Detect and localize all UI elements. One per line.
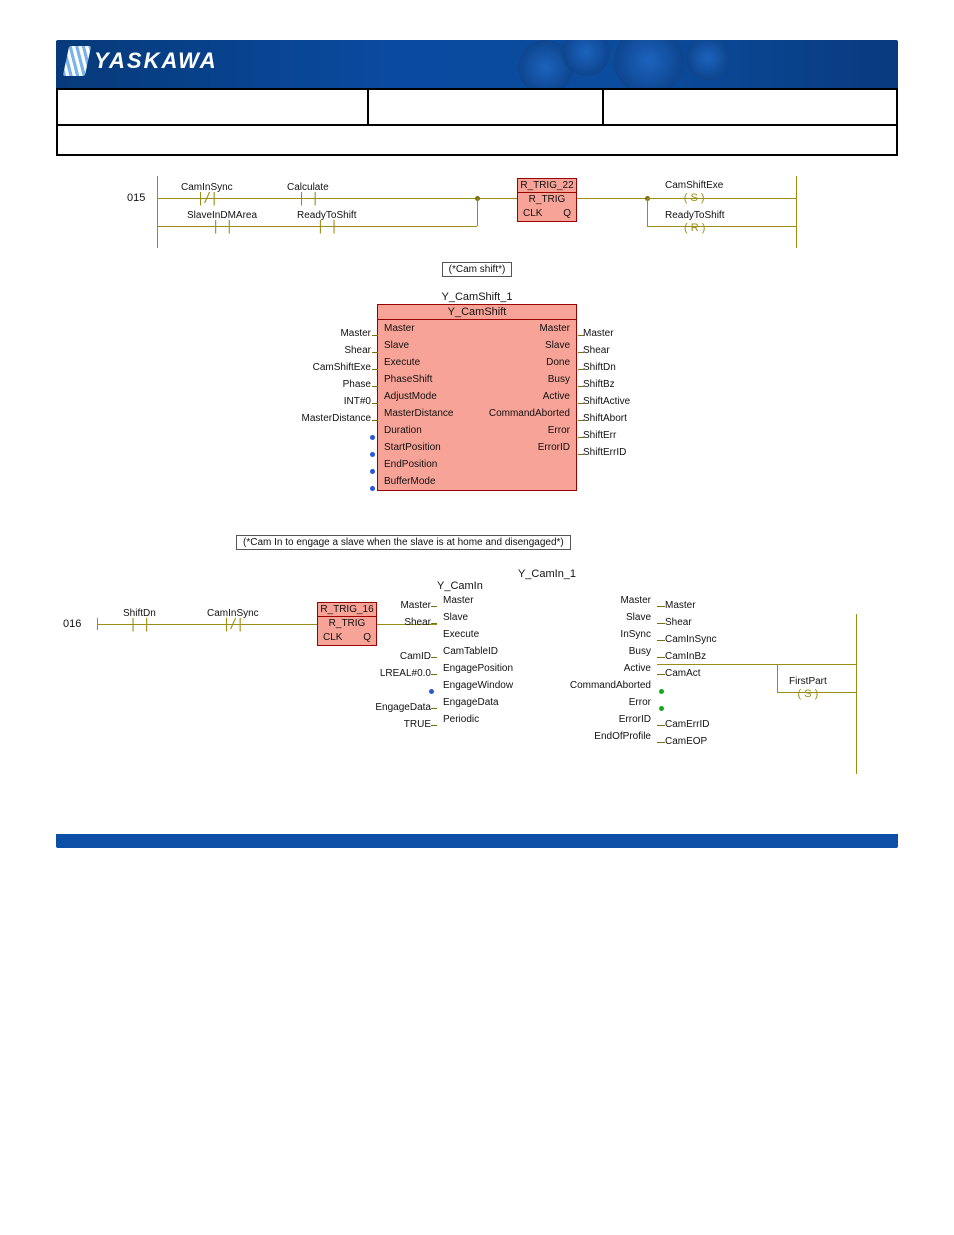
camshift-port-row: StartPositionErrorID [378, 439, 576, 456]
camshift-port-row: BufferMode [378, 473, 576, 490]
rtrig-16-q: Q [363, 632, 371, 643]
camin-left-label: LREAL#0.0 [345, 668, 431, 679]
camin-right-label: Shear [665, 617, 692, 628]
rtrig-22-q: Q [563, 208, 571, 219]
header-table [56, 88, 898, 156]
camin-right-label: CamInBz [665, 651, 706, 662]
y-camin-box: Y_CamIn MasterMasterSlaveSlaveExecuteInS… [437, 580, 657, 745]
camin-port-row: EngageWindowCommandAborted [437, 677, 657, 694]
camshift-port-row: SlaveSlave [378, 337, 576, 354]
comment-camin: (*Cam In to engage a slave when the slav… [236, 535, 571, 550]
coil-camshiftexe: CamShiftExe [665, 180, 723, 191]
camshift-left-label: CamShiftExe [313, 362, 371, 373]
coil-set-symbol-1: ( S ) [684, 192, 705, 204]
camin-right-label: Master [665, 600, 696, 611]
rung-number-016: 016 [63, 618, 81, 630]
comment-camshift: (*Cam shift*) [442, 262, 513, 277]
camin-left-label: EngageData [345, 702, 431, 713]
camin-port-row: CamTableIDBusy [437, 643, 657, 660]
camin-port-row: EngagePositionActive [437, 660, 657, 677]
camin-left-label: TRUE [345, 719, 431, 730]
y-camshift-block: Y_CamShift_1 Y_CamShift MasterMasterSlav… [267, 291, 687, 491]
camshift-port-row: AdjustModeActive [378, 388, 576, 405]
camshift-port-row: MasterMaster [378, 320, 576, 337]
camshift-right-label: Master [583, 328, 614, 339]
camin-type: Y_CamIn [437, 580, 657, 592]
camin-right-label: CamErrID [665, 719, 709, 730]
camin-port-row: EngageDataError [437, 694, 657, 711]
rtrig-22-type: R_TRIG [518, 193, 576, 206]
camshift-right-label: ShiftActive [583, 396, 630, 407]
camshift-port-row: MasterDistanceCommandAborted [378, 405, 576, 422]
camin-instance: Y_CamIn_1 [437, 568, 657, 580]
rtrig-22-instance: R_TRIG_22 [518, 179, 576, 193]
camshift-port-row: DurationError [378, 422, 576, 439]
rtrig-16-clk: CLK [323, 632, 342, 643]
rung-016: 016 ShiftDn | | CamInSync |/| R_TRIG_16 … [97, 574, 857, 804]
camshift-instance: Y_CamShift_1 [267, 291, 687, 303]
camshift-left-label: Phase [343, 379, 371, 390]
camshift-right-label: ShiftErrID [583, 447, 626, 458]
camin-port-row: EndOfProfile [437, 728, 657, 745]
camin-port-row: SlaveSlave [437, 609, 657, 626]
rung-015: 015 CamInSync |/| Calculate | | SlaveInD… [157, 176, 797, 248]
header-band: YASKAWA [56, 40, 898, 88]
coil-firstpart: FirstPart [789, 676, 827, 687]
camin-left-label: Shear [345, 617, 431, 628]
camshift-right-label: Shear [583, 345, 610, 356]
camshift-port-row: EndPosition [378, 456, 576, 473]
brand-wordmark: YASKAWA [94, 48, 218, 74]
camshift-left-label: MasterDistance [302, 413, 371, 424]
brand-mark-icon [63, 46, 91, 76]
rung-number-015: 015 [127, 192, 145, 204]
camshift-right-label: ShiftAbort [583, 413, 627, 424]
camin-right-label: CamEOP [665, 736, 707, 747]
camshift-left-label: Shear [344, 345, 371, 356]
header-decoration [518, 40, 838, 88]
rtrig-22-clk: CLK [523, 208, 542, 219]
camshift-port-row: ExecuteDone [378, 354, 576, 371]
camshift-right-label: ShiftDn [583, 362, 616, 373]
coil-readytoshift-reset: ReadyToShift [665, 210, 724, 221]
camshift-left-label: INT#0 [344, 396, 371, 407]
camin-right-label: CamInSync [665, 634, 717, 645]
camshift-type: Y_CamShift [378, 305, 576, 320]
camshift-left-label: Master [340, 328, 371, 339]
camin-port-row: MasterMaster [437, 592, 657, 609]
camin-right-label: CamAct [665, 668, 701, 679]
camin-left-label: CamID [345, 651, 431, 662]
camshift-right-label: ShiftBz [583, 379, 615, 390]
footer-band [56, 834, 898, 848]
camshift-port-row: PhaseShiftBusy [378, 371, 576, 388]
coil-reset-symbol: ( R ) [684, 222, 705, 234]
camin-left-label: Master [345, 600, 431, 611]
camin-port-row: PeriodicErrorID [437, 711, 657, 728]
coil-set-symbol-2: ( S ) [798, 688, 819, 700]
camin-port-row: ExecuteInSync [437, 626, 657, 643]
rtrig-22-block: R_TRIG_22 R_TRIG CLK Q [517, 178, 577, 222]
camshift-right-label: ShiftErr [583, 430, 616, 441]
